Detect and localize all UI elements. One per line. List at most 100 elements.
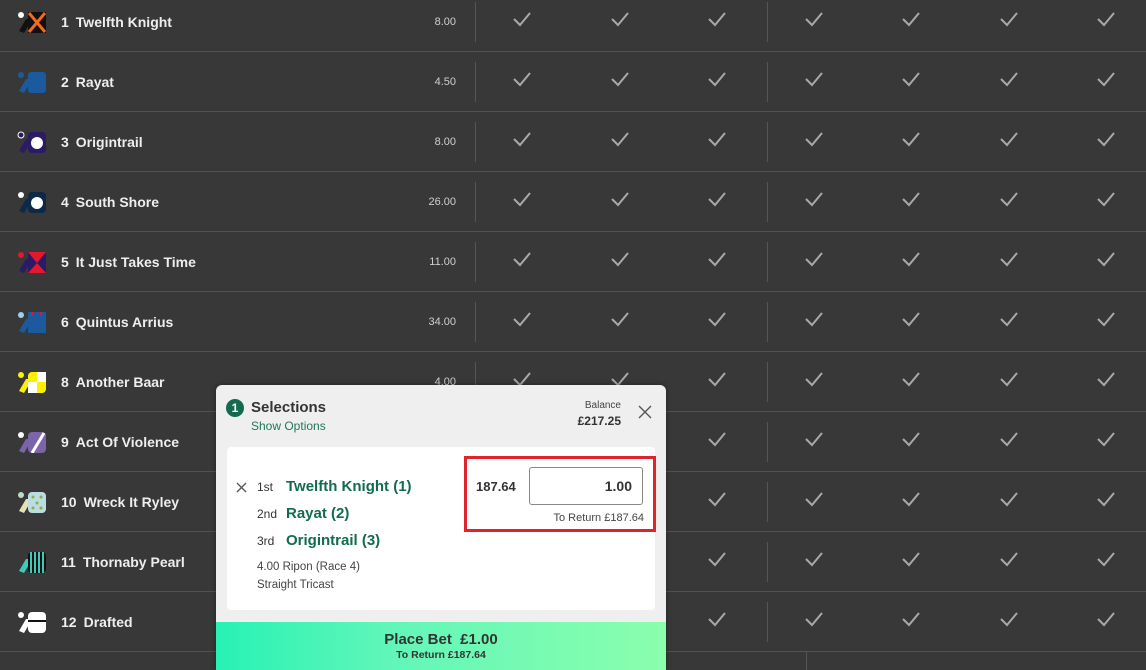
checkmark-icon[interactable] [1095,308,1119,332]
checkmark-icon[interactable] [706,308,730,332]
silk-icon [16,311,46,333]
column-divider [475,2,476,42]
checkmark-icon[interactable] [900,548,924,572]
checkmark-icon[interactable] [998,608,1022,632]
column-divider [806,652,807,670]
runner-odds[interactable]: 34.00 [428,316,456,328]
checkmark-icon[interactable] [803,68,827,92]
close-icon[interactable] [638,405,652,419]
checkmark-icon[interactable] [900,248,924,272]
column-divider [767,302,768,342]
checkmark-icon[interactable] [900,308,924,332]
silk-icon [16,71,46,93]
checkmark-icon[interactable] [1095,68,1119,92]
checkmark-icon[interactable] [1095,488,1119,512]
checkmark-icon[interactable] [511,128,535,152]
checkmark-icon[interactable] [511,188,535,212]
checkmark-icon[interactable] [706,608,730,632]
runner-name: 5 It Just Takes Time [61,254,196,270]
runner-name: 10 Wreck It Ryley [61,494,179,510]
checkmark-icon[interactable] [1095,368,1119,392]
checkmark-icon[interactable] [998,488,1022,512]
silk-icon [16,611,46,633]
checkmark-icon[interactable] [900,8,924,32]
runner-name: 3 Origintrail [61,134,143,150]
checkmark-icon[interactable] [609,128,633,152]
show-options-link[interactable]: Show Options [251,419,326,433]
runner-odds[interactable]: 8.00 [435,136,456,148]
runner-number: 5 [61,254,69,270]
runner-number: 2 [61,74,69,90]
checkmark-icon[interactable] [998,188,1022,212]
checkmark-icon[interactable] [803,548,827,572]
checkmark-icon[interactable] [900,368,924,392]
remove-selection-icon[interactable] [236,480,247,493]
checkmark-icon[interactable] [900,68,924,92]
checkmark-icon[interactable] [706,248,730,272]
checkmark-icon[interactable] [900,608,924,632]
column-divider [767,122,768,162]
checkmark-icon[interactable] [998,308,1022,332]
bet-type: Straight Tricast [257,579,334,591]
checkmark-icon[interactable] [511,68,535,92]
checkmark-icon[interactable] [803,248,827,272]
checkmark-icon[interactable] [609,68,633,92]
runner-odds[interactable]: 4.50 [435,76,456,88]
checkmark-icon[interactable] [803,488,827,512]
checkmark-icon[interactable] [900,428,924,452]
checkmark-icon[interactable] [511,308,535,332]
checkmark-icon[interactable] [609,308,633,332]
runner-odds[interactable]: 8.00 [435,16,456,28]
runner-name: 2 Rayat [61,74,114,90]
checkmark-icon[interactable] [609,248,633,272]
checkmark-icon[interactable] [706,548,730,572]
checkmark-icon[interactable] [706,488,730,512]
checkmark-icon[interactable] [1095,428,1119,452]
checkmark-icon[interactable] [706,128,730,152]
checkmark-icon[interactable] [803,188,827,212]
checkmark-icon[interactable] [803,8,827,32]
checkmark-icon[interactable] [803,308,827,332]
betslip-title: Selections [251,399,327,416]
checkmark-icon[interactable] [706,428,730,452]
stake-input[interactable] [529,467,643,505]
checkmark-icon[interactable] [998,68,1022,92]
checkmark-icon[interactable] [998,368,1022,392]
checkmark-icon[interactable] [803,608,827,632]
checkmark-icon[interactable] [998,8,1022,32]
checkmark-icon[interactable] [511,8,535,32]
checkmark-icon[interactable] [1095,8,1119,32]
checkmark-icon[interactable] [1095,128,1119,152]
runner-name: 1 Twelfth Knight [61,14,172,30]
selection-card: 1st Twelfth Knight (1) 2nd Rayat (2) 3rd… [227,447,656,610]
runner-number: 11 [61,554,76,570]
selection-horse: Origintrail (3) [286,532,381,549]
checkmark-icon[interactable] [998,248,1022,272]
runner-odds[interactable]: 11.00 [429,256,456,268]
runner-name: 6 Quintus Arrius [61,314,173,330]
checkmark-icon[interactable] [706,8,730,32]
checkmark-icon[interactable] [706,188,730,212]
checkmark-icon[interactable] [803,368,827,392]
column-divider [767,542,768,582]
checkmark-icon[interactable] [1095,608,1119,632]
checkmark-icon[interactable] [511,248,535,272]
checkmark-icon[interactable] [609,8,633,32]
checkmark-icon[interactable] [803,128,827,152]
checkmark-icon[interactable] [998,548,1022,572]
checkmark-icon[interactable] [1095,188,1119,212]
checkmark-icon[interactable] [706,68,730,92]
checkmark-icon[interactable] [900,488,924,512]
checkmark-icon[interactable] [803,428,827,452]
checkmark-icon[interactable] [609,188,633,212]
checkmark-icon[interactable] [706,368,730,392]
checkmark-icon[interactable] [900,188,924,212]
place-bet-button[interactable]: Place Bet £1.00 To Return £187.64 [216,622,666,670]
checkmark-icon[interactable] [900,128,924,152]
checkmark-icon[interactable] [998,428,1022,452]
checkmark-icon[interactable] [998,128,1022,152]
column-divider [767,62,768,102]
checkmark-icon[interactable] [1095,548,1119,572]
runner-odds[interactable]: 26.00 [428,196,456,208]
checkmark-icon[interactable] [1095,248,1119,272]
